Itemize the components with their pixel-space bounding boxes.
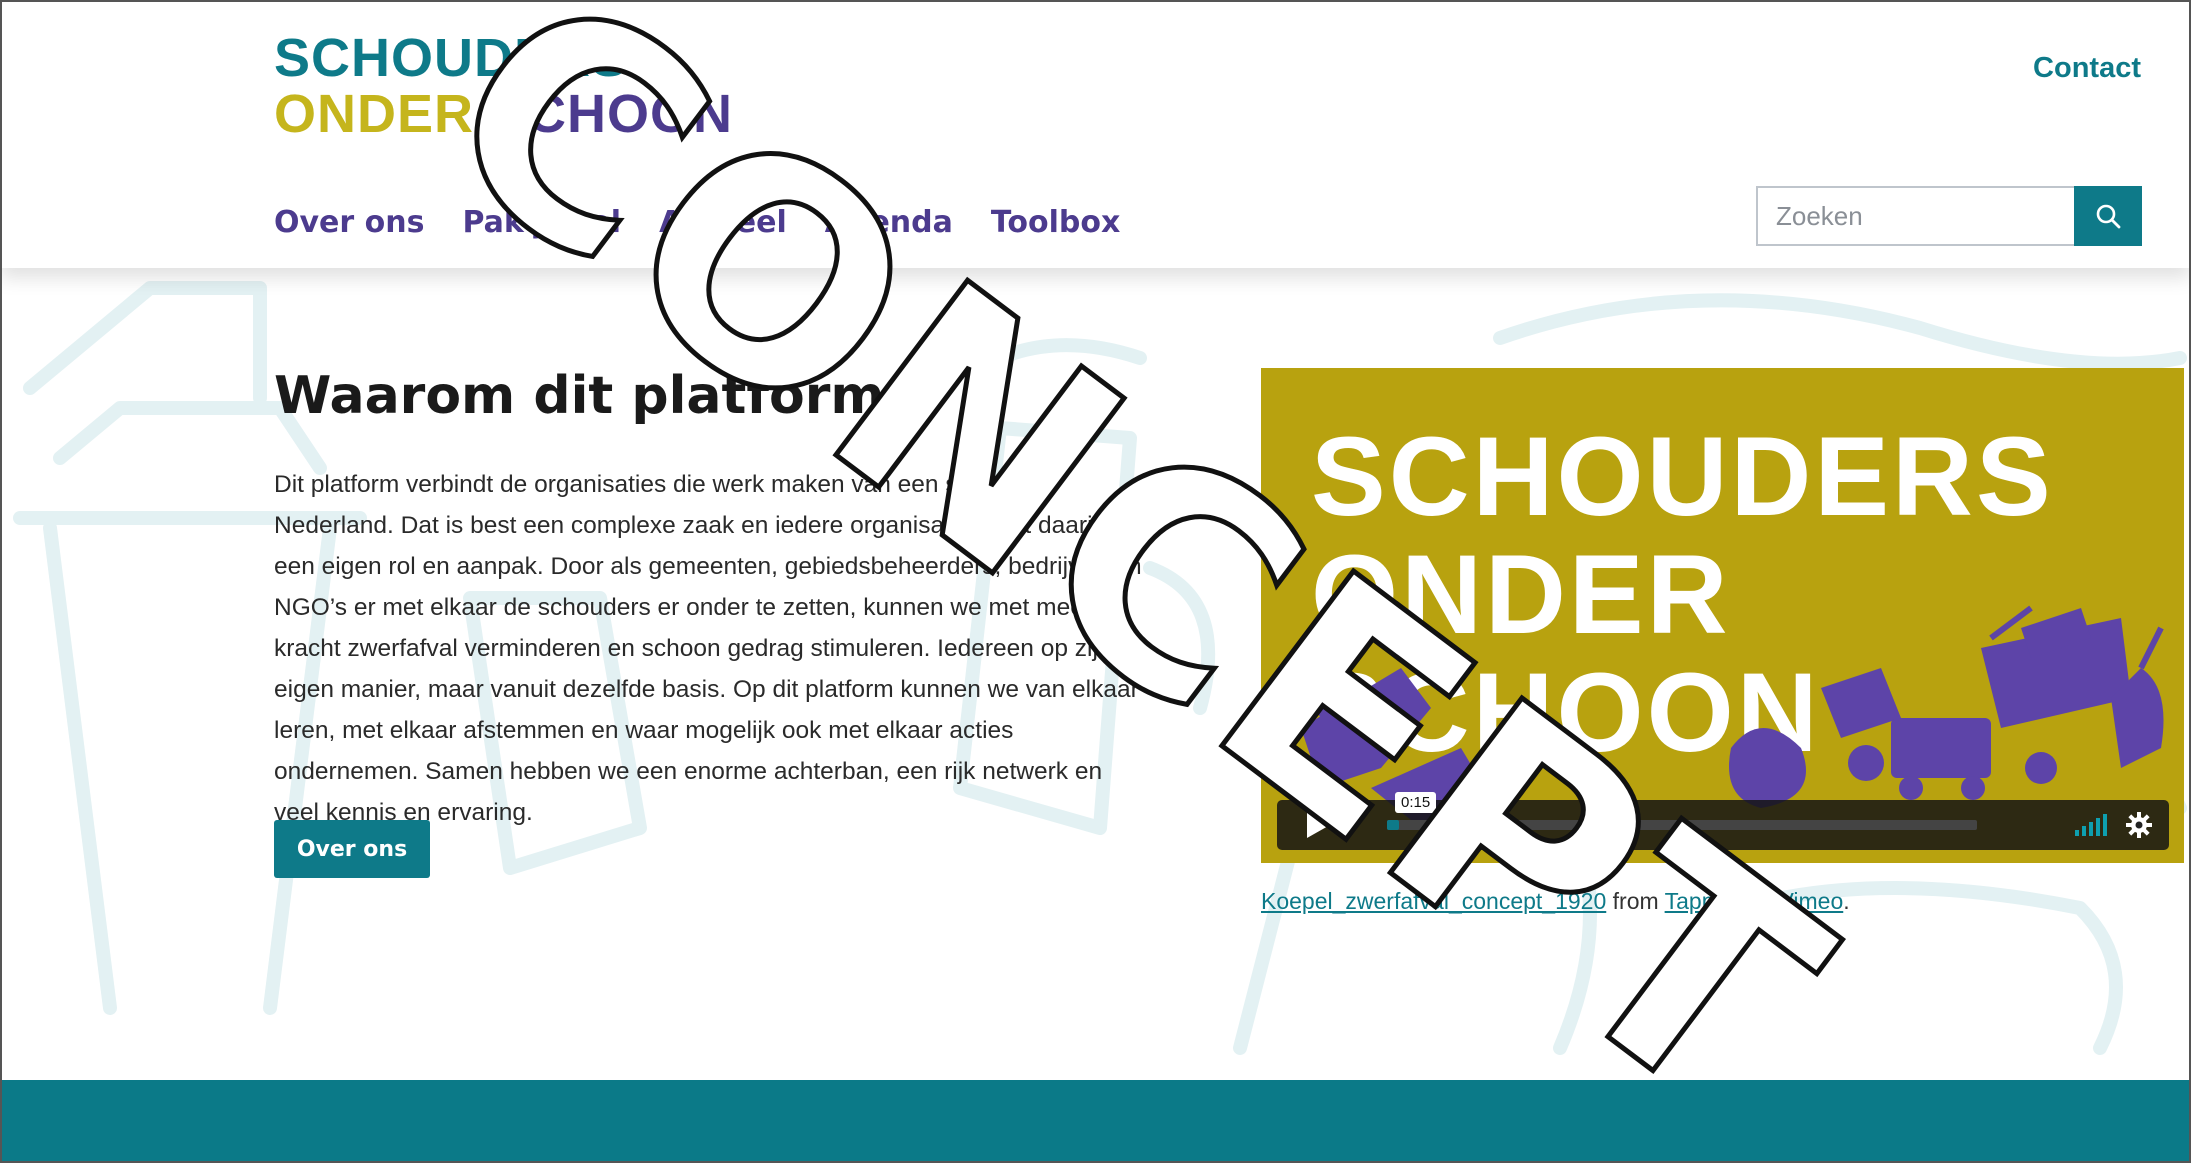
play-icon (1307, 812, 1330, 838)
caption-end: . (1843, 888, 1850, 914)
nav-item-pak-je-rol[interactable]: Pak je rol (462, 205, 621, 240)
logo-onder: ONDER (274, 84, 475, 144)
volume-icon[interactable] (2075, 814, 2109, 836)
play-button[interactable] (1277, 800, 1359, 850)
nav-item-over-ons[interactable]: Over ons (274, 205, 424, 240)
site-header: SCHOUDERS ONDER SCHOON Contact Over ons … (0, 0, 2191, 268)
gear-icon (2126, 812, 2152, 838)
nav-item-actueel[interactable]: Actueel (659, 205, 787, 240)
search-input[interactable] (1756, 186, 2074, 246)
logo[interactable]: SCHOUDERS ONDER SCHOON (274, 30, 733, 142)
page-title: Waarom dit platform (274, 366, 885, 426)
search-button[interactable] (2074, 186, 2142, 246)
contact-link[interactable]: Contact (2033, 52, 2141, 85)
intro-paragraph: Dit platform verbindt de organisaties di… (274, 471, 1142, 826)
search-icon (2096, 204, 2121, 229)
video-illustration (1301, 605, 2164, 828)
caption-on: on (1746, 888, 1773, 914)
video-caption: Koepel_zwerfafval_concept_1920 from Tapp… (1261, 888, 1850, 915)
author-link[interactable]: Tappan (1665, 888, 1740, 914)
over-ons-button[interactable]: Over ons (274, 820, 430, 878)
video-time: 0:15 (1395, 792, 1437, 813)
footer-band (0, 1080, 2191, 1163)
settings-button[interactable] (2125, 811, 2153, 842)
caption-from: from (1612, 888, 1659, 914)
logo-line1: SCHOUDERS (274, 28, 629, 88)
video-link[interactable]: Koepel_zwerfafval_concept_1920 (1261, 888, 1606, 914)
main-nav: Over ons Pak je rol Actueel Agenda Toolb… (274, 205, 1120, 240)
logo-schoon: SCHOON (490, 84, 734, 144)
video-controls: 0:15 (1277, 792, 2169, 850)
nav-item-toolbox[interactable]: Toolbox (991, 205, 1120, 240)
video-player[interactable]: SCHOUDERS ONDER SCHOON 0:15 (1261, 368, 2184, 863)
video-progress-bar[interactable] (1387, 820, 1977, 830)
nav-item-agenda[interactable]: Agenda (825, 205, 953, 240)
search-form (1756, 186, 2142, 246)
video-progress-fill (1387, 820, 1399, 830)
main-content: Waarom dit platform Dit platform verbind… (0, 268, 2191, 1080)
vimeo-link[interactable]: Vimeo (1778, 888, 1843, 914)
